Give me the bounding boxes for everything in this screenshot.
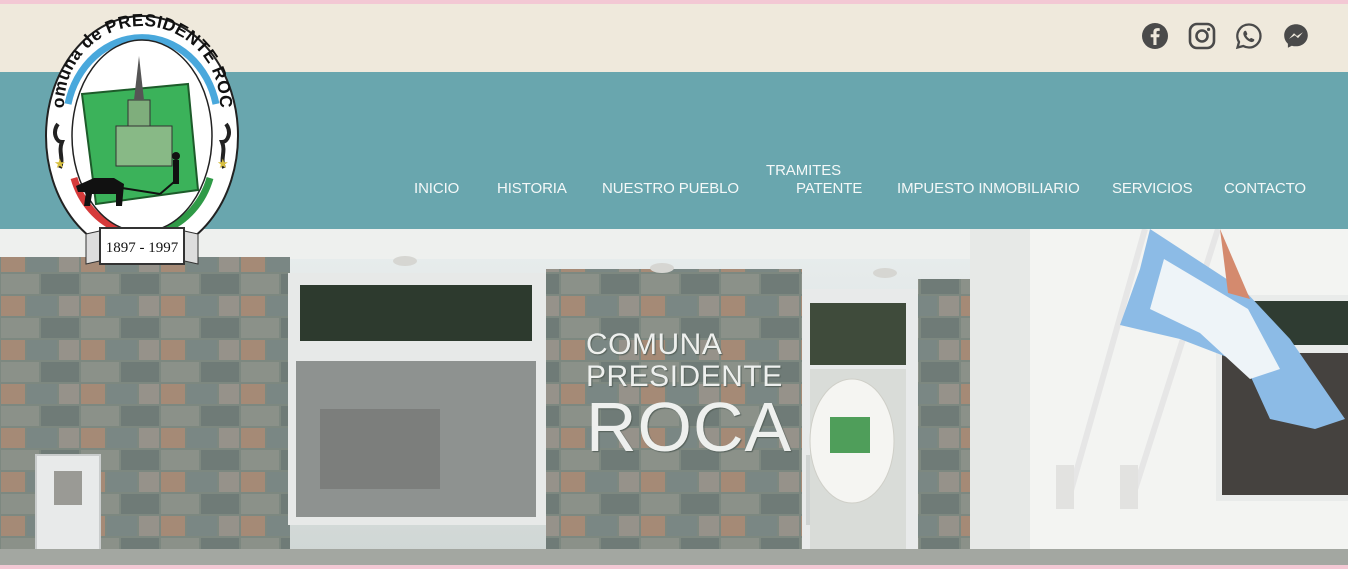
whatsapp-icon xyxy=(1235,23,1262,50)
comuna-emblem-logo: ★ ★ Comuna de PRESIDENTE ROCA 1897 - 199… xyxy=(35,0,239,265)
nav-impuesto-inmobiliario[interactable]: IMPUESTO INMOBILIARIO xyxy=(897,180,1080,197)
whatsapp-link[interactable] xyxy=(1235,22,1263,50)
instagram-icon xyxy=(1188,22,1216,50)
nav-tramites[interactable]: TRAMITES xyxy=(766,162,841,179)
facebook-link[interactable] xyxy=(1141,22,1169,50)
instagram-link[interactable] xyxy=(1188,22,1216,50)
svg-text:★: ★ xyxy=(217,157,229,172)
messenger-icon xyxy=(1284,24,1308,48)
sign-line-comuna: COMUNA xyxy=(586,328,723,361)
nav-inicio[interactable]: INICIO xyxy=(414,180,459,197)
sign-line-roca: ROCA xyxy=(586,388,793,466)
nav-contacto[interactable]: CONTACTO xyxy=(1224,180,1306,197)
social-links xyxy=(1141,22,1310,50)
messenger-link[interactable] xyxy=(1282,22,1310,50)
logo-years: 1897 - 1997 xyxy=(106,240,179,256)
hero-image: COMUNA PRESIDENTE ROCA xyxy=(0,229,1348,565)
nav-servicios[interactable]: SERVICIOS xyxy=(1112,180,1193,197)
nav-historia[interactable]: HISTORIA xyxy=(497,180,567,197)
bottom-accent-border xyxy=(0,565,1348,569)
nav-patente[interactable]: PATENTE xyxy=(796,180,862,197)
nav-nuestro-pueblo[interactable]: NUESTRO PUEBLO xyxy=(602,180,739,197)
svg-text:★: ★ xyxy=(54,157,66,172)
site-logo[interactable]: ★ ★ Comuna de PRESIDENTE ROCA 1897 - 199… xyxy=(35,0,242,270)
building-sign: COMUNA PRESIDENTE ROCA xyxy=(586,328,793,466)
facebook-icon xyxy=(1142,23,1168,49)
